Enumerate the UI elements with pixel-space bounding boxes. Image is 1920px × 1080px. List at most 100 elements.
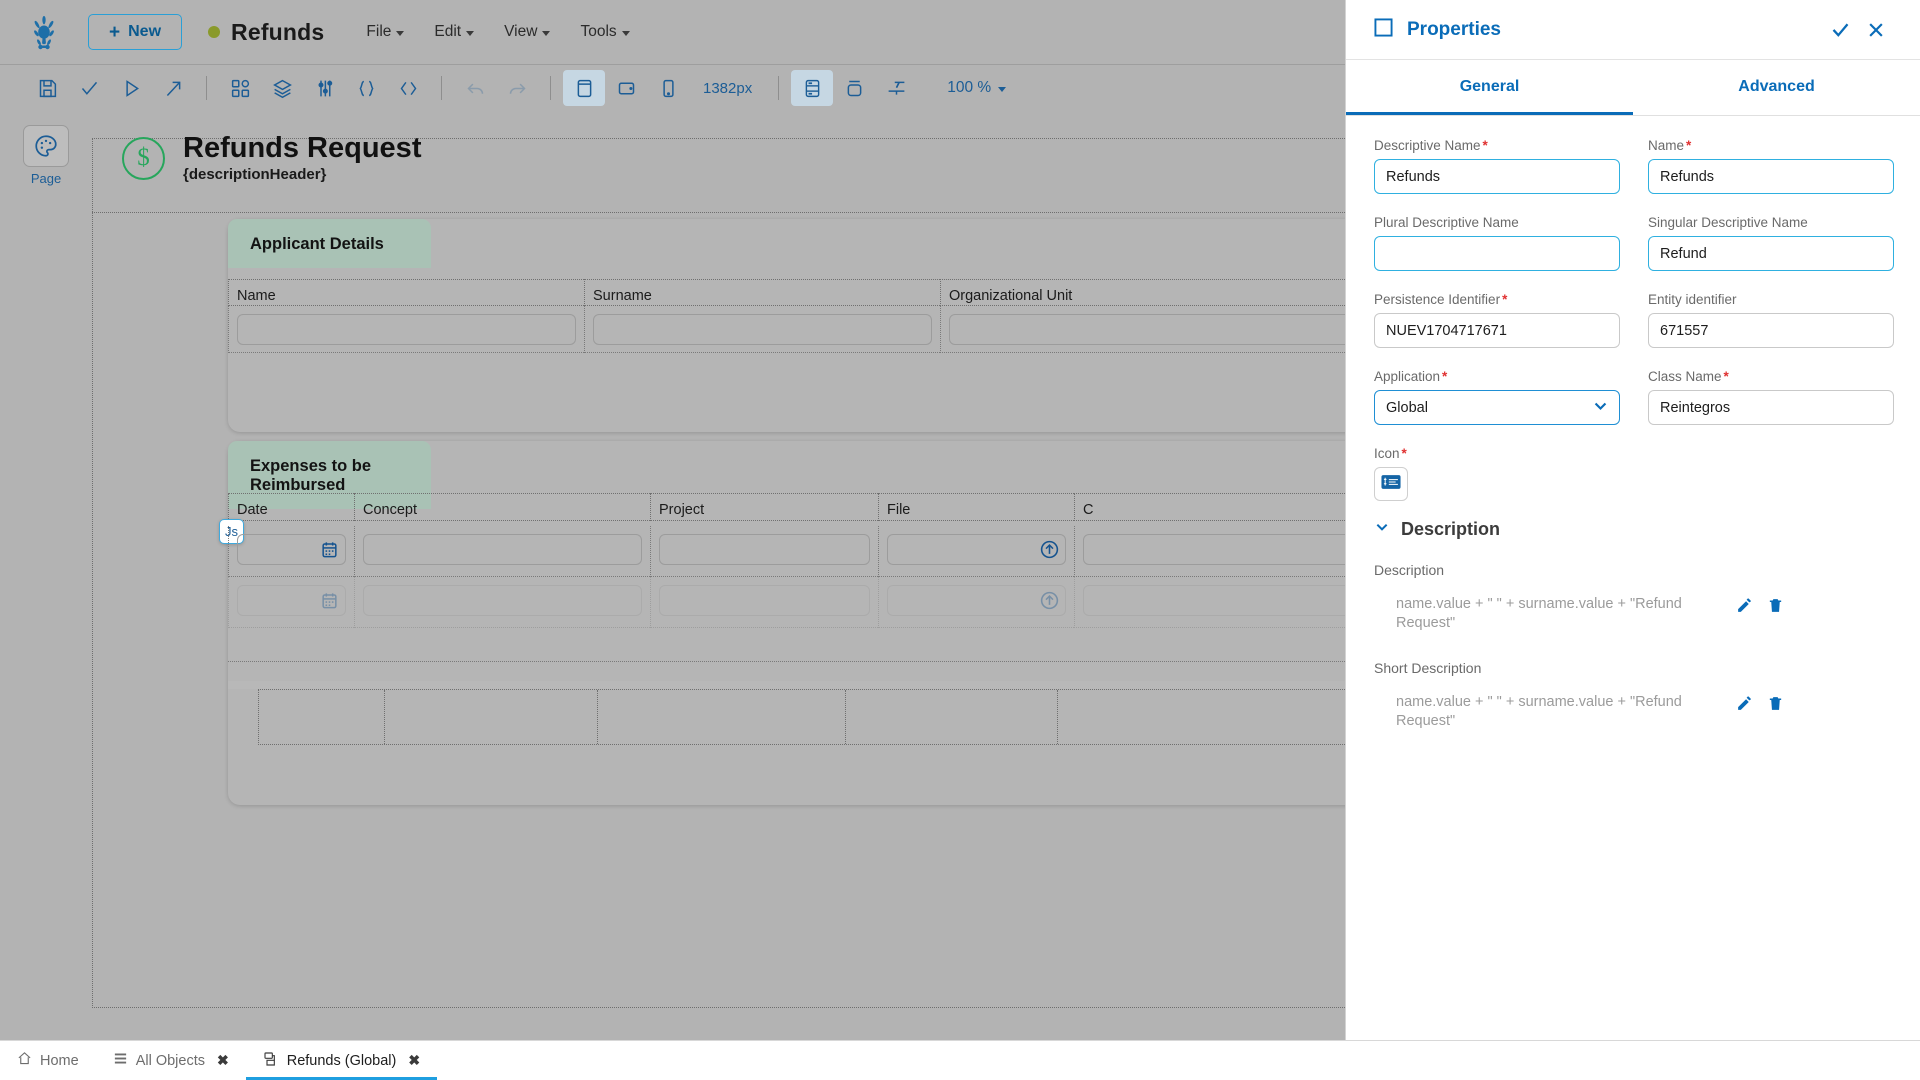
toolbar-divider bbox=[441, 76, 442, 100]
plural-descriptive-name-input[interactable] bbox=[1374, 236, 1620, 271]
table-row[interactable] bbox=[228, 526, 1345, 577]
menu-file[interactable]: File bbox=[366, 23, 405, 41]
section-expenses[interactable]: Expenses to be Reimbursed Date Concept P… bbox=[219, 441, 1345, 805]
close-icon[interactable] bbox=[1858, 12, 1894, 48]
save-icon[interactable] bbox=[26, 70, 68, 106]
calendar-icon[interactable] bbox=[320, 591, 339, 615]
name-input[interactable] bbox=[1648, 159, 1894, 194]
description-accordion-toggle[interactable]: Description bbox=[1374, 519, 1894, 540]
concept-input[interactable] bbox=[363, 534, 642, 565]
object-title: Refunds bbox=[231, 18, 325, 45]
frog-logo-icon[interactable] bbox=[22, 10, 66, 54]
tab-general[interactable]: General bbox=[1346, 60, 1633, 115]
code-icon[interactable] bbox=[387, 70, 429, 106]
name-input[interactable] bbox=[237, 314, 576, 345]
expenses-scroll-track[interactable] bbox=[228, 681, 1345, 689]
components-icon[interactable] bbox=[219, 70, 261, 106]
menu-view[interactable]: View bbox=[504, 23, 551, 41]
deploy-icon[interactable] bbox=[152, 70, 194, 106]
zoom-level-control[interactable]: 100 % bbox=[947, 79, 1007, 97]
cell-c[interactable] bbox=[1074, 526, 1345, 577]
new-button[interactable]: + New bbox=[88, 14, 183, 50]
tab-advanced[interactable]: Advanced bbox=[1633, 60, 1920, 115]
totals-cell[interactable] bbox=[259, 690, 385, 744]
date-input[interactable] bbox=[237, 534, 346, 565]
totals-cell[interactable] bbox=[846, 690, 1058, 744]
layers-icon[interactable] bbox=[261, 70, 303, 106]
project-input[interactable] bbox=[659, 534, 870, 565]
bottom-tab-home[interactable]: Home bbox=[0, 1041, 96, 1080]
cell-concept[interactable] bbox=[354, 526, 650, 577]
project-input[interactable] bbox=[659, 585, 870, 616]
field-label: Application * bbox=[1374, 369, 1620, 384]
persistence-identifier-input[interactable] bbox=[1374, 313, 1620, 348]
cell-c[interactable] bbox=[1074, 577, 1345, 628]
file-input[interactable] bbox=[887, 534, 1066, 565]
undo-icon[interactable] bbox=[454, 70, 496, 106]
totals-cell[interactable] bbox=[598, 690, 846, 744]
variables-icon[interactable] bbox=[303, 70, 345, 106]
file-input[interactable] bbox=[887, 585, 1066, 616]
org-unit-input[interactable] bbox=[949, 314, 1345, 345]
section-applicant-details[interactable]: Applicant Details Name Surname Organizat… bbox=[228, 219, 1345, 432]
upload-icon[interactable] bbox=[1039, 590, 1060, 616]
redo-icon[interactable] bbox=[496, 70, 538, 106]
singular-descriptive-name-input[interactable] bbox=[1648, 236, 1894, 271]
table-row[interactable] bbox=[228, 577, 1345, 628]
totals-cell[interactable] bbox=[385, 690, 598, 744]
entity-identifier-input[interactable] bbox=[1648, 313, 1894, 348]
totals-cell[interactable] bbox=[1058, 690, 1345, 744]
menu-tools[interactable]: Tools bbox=[580, 23, 630, 41]
cell-file[interactable] bbox=[878, 526, 1074, 577]
close-icon[interactable]: ✖ bbox=[217, 1052, 229, 1069]
bottom-tab-all-objects[interactable]: All Objects ✖ bbox=[96, 1041, 246, 1080]
cell-file[interactable] bbox=[878, 577, 1074, 628]
application-select[interactable]: Global bbox=[1374, 390, 1620, 425]
bottom-tab-refunds[interactable]: Refunds (Global) ✖ bbox=[245, 1041, 438, 1080]
mobile-view-icon[interactable] bbox=[647, 70, 689, 106]
tablet-view-icon[interactable] bbox=[605, 70, 647, 106]
field-label: Plural Descriptive Name bbox=[1374, 215, 1519, 230]
checkbox-icon[interactable] bbox=[1374, 17, 1393, 42]
trash-icon[interactable] bbox=[1767, 597, 1784, 619]
concept-input[interactable] bbox=[363, 585, 642, 616]
input-cell-name[interactable] bbox=[228, 306, 584, 353]
check-icon[interactable] bbox=[68, 70, 110, 106]
desktop-view-icon[interactable] bbox=[563, 70, 605, 106]
cell-date[interactable] bbox=[228, 526, 354, 577]
input-cell-org-unit[interactable] bbox=[940, 306, 1345, 353]
cell-concept[interactable] bbox=[354, 577, 650, 628]
pencil-icon[interactable] bbox=[1736, 597, 1753, 619]
input-cell-surname[interactable] bbox=[584, 306, 940, 353]
cell-project[interactable] bbox=[650, 526, 878, 577]
cell-date[interactable] bbox=[228, 577, 354, 628]
descriptive-name-input[interactable] bbox=[1374, 159, 1620, 194]
field-label: Entity identifier bbox=[1648, 292, 1737, 307]
c-input[interactable] bbox=[1083, 534, 1345, 565]
totals-table[interactable] bbox=[258, 689, 1345, 745]
icon-picker-button[interactable] bbox=[1374, 467, 1408, 501]
field-plural-descriptive-name: Plural Descriptive Name bbox=[1374, 215, 1620, 271]
play-icon[interactable] bbox=[110, 70, 152, 106]
c-input[interactable] bbox=[1083, 585, 1345, 616]
upload-icon[interactable] bbox=[1039, 539, 1060, 565]
trash-icon[interactable] bbox=[1767, 695, 1784, 717]
close-icon[interactable]: ✖ bbox=[408, 1052, 420, 1069]
page-tool-button[interactable]: Page bbox=[18, 125, 74, 186]
panel-layout-icon[interactable] bbox=[833, 70, 875, 106]
calendar-icon[interactable] bbox=[320, 540, 339, 564]
column-header-c: C bbox=[1074, 493, 1345, 521]
grid-layout-icon[interactable] bbox=[791, 70, 834, 106]
class-name-input[interactable] bbox=[1648, 390, 1894, 425]
confirm-check-icon[interactable] bbox=[1822, 12, 1858, 48]
menu-edit[interactable]: Edit bbox=[434, 23, 475, 41]
surname-input[interactable] bbox=[593, 314, 932, 345]
pencil-icon[interactable] bbox=[1736, 695, 1753, 717]
date-input[interactable] bbox=[237, 585, 346, 616]
align-icon[interactable] bbox=[875, 70, 917, 106]
column-header-concept: Concept bbox=[354, 493, 650, 521]
braces-icon[interactable] bbox=[345, 70, 387, 106]
chevron-down-icon bbox=[396, 31, 405, 36]
form-design-canvas[interactable]: $ Refunds Request {descriptionHeader} Ap… bbox=[92, 111, 1345, 1040]
cell-project[interactable] bbox=[650, 577, 878, 628]
